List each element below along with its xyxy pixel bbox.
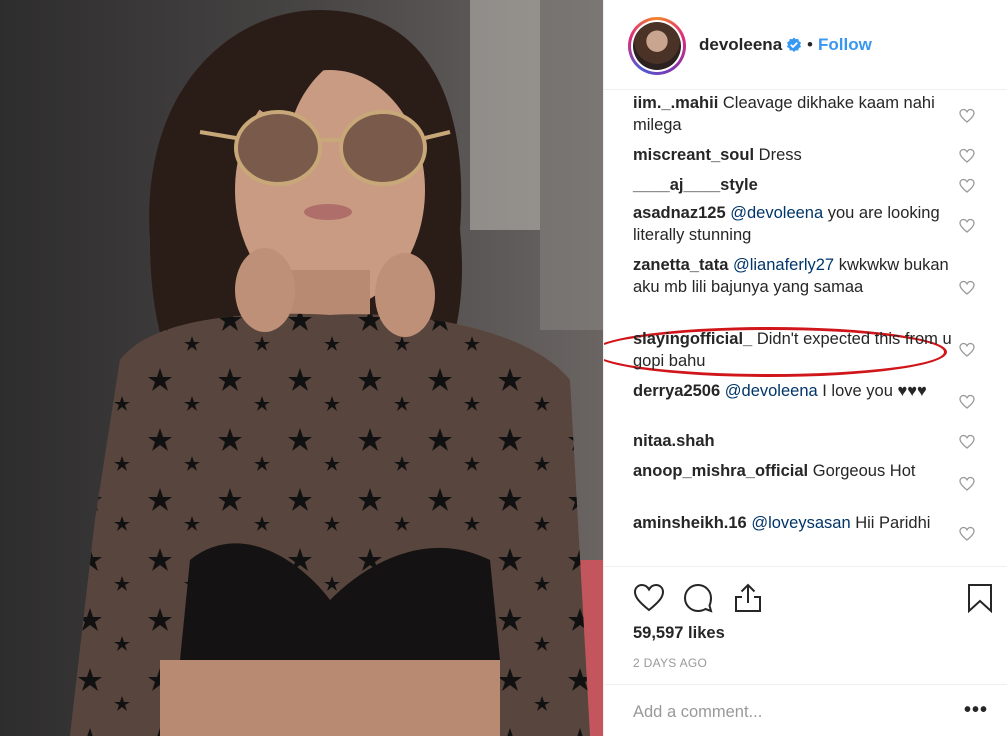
avatar-image [633, 22, 681, 70]
comment-text: Gorgeous Hot [812, 462, 916, 480]
avatar[interactable] [628, 17, 686, 75]
comment-row: aminsheikh.16 @loveysasan Hii Paridhi [633, 512, 953, 534]
comment-username[interactable]: slayingofficial_ [633, 330, 752, 348]
comment-username[interactable]: asadnaz125 [633, 204, 726, 222]
comment-icon[interactable] [682, 582, 714, 614]
post-timestamp[interactable]: 2 DAYS AGO [633, 656, 707, 670]
comment-like-heart-icon[interactable] [959, 526, 975, 542]
follow-button[interactable]: Follow [818, 35, 872, 55]
comment-like-heart-icon[interactable] [959, 148, 975, 164]
comment-row: asadnaz125 @devoleena you are looking li… [633, 202, 953, 246]
verified-badge-icon [787, 37, 801, 52]
post-header: devoleena • Follow [604, 0, 1007, 90]
comment-like-heart-icon[interactable] [959, 434, 975, 450]
comment-username[interactable]: derrya2506 [633, 382, 720, 400]
post-photo-illustration [0, 0, 603, 736]
comment-like-heart-icon[interactable] [959, 178, 975, 194]
comment-like-heart-icon[interactable] [959, 342, 975, 358]
comment-mention[interactable]: @devoleena [725, 382, 818, 400]
comment-row: slayingofficial_ Didn't expected this fr… [633, 328, 953, 372]
comment-text: Hii Paridhi [850, 514, 931, 532]
comment-like-heart-icon[interactable] [959, 280, 975, 296]
more-options-icon[interactable]: ••• [964, 700, 988, 720]
comment-mention[interactable]: @devoleena [730, 204, 823, 222]
username-link[interactable]: devoleena [699, 35, 782, 55]
bookmark-icon[interactable] [964, 582, 996, 614]
comment-like-heart-icon[interactable] [959, 394, 975, 410]
comment-like-heart-icon[interactable] [959, 218, 975, 234]
comment-mention[interactable]: @lianaferly27 [733, 256, 834, 274]
comments-list[interactable]: iim._.mahii Cleavage dikhake kaam nahi m… [604, 92, 1007, 566]
post-photo[interactable] [0, 0, 603, 736]
comment-username[interactable]: miscreant_soul [633, 146, 754, 164]
comment-row: miscreant_soul Dress [633, 144, 953, 166]
heart-icon[interactable] [633, 582, 665, 614]
comment-username[interactable]: anoop_mishra_official [633, 462, 808, 480]
comment-text: I love you ♥♥♥ [817, 382, 927, 400]
post-actions: 59,597 likes 2 DAYS AGO [604, 566, 1007, 684]
add-comment-bar: ••• [604, 684, 1007, 736]
comment-username[interactable]: iim._.mahii [633, 94, 718, 112]
comment-row: ____aj____style [633, 174, 953, 196]
comment-mention[interactable]: @loveysasan [751, 514, 850, 532]
header-separator: • [807, 35, 813, 54]
comment-row: zanetta_tata @lianaferly27 kwkwkw bukan … [633, 254, 953, 298]
post-side-panel: devoleena • Follow iim._.mahii Cleavage … [603, 0, 1007, 736]
comment-row: iim._.mahii Cleavage dikhake kaam nahi m… [633, 92, 953, 136]
comment-like-heart-icon[interactable] [959, 476, 975, 492]
add-comment-input[interactable] [633, 703, 933, 722]
share-icon[interactable] [732, 582, 764, 614]
likes-count[interactable]: 59,597 likes [633, 624, 725, 643]
comment-username[interactable]: aminsheikh.16 [633, 514, 747, 532]
comment-row: anoop_mishra_official Gorgeous Hot [633, 460, 953, 482]
comment-text: Dress [758, 146, 802, 164]
comment-row: nitaa.shah [633, 430, 953, 452]
comment-username[interactable]: nitaa.shah [633, 432, 715, 450]
comment-like-heart-icon[interactable] [959, 108, 975, 124]
comment-username[interactable]: zanetta_tata [633, 256, 728, 274]
comment-row: derrya2506 @devoleena I love you ♥♥♥ [633, 380, 953, 402]
comment-username[interactable]: ____aj____style [633, 176, 758, 194]
avatar-inner [631, 20, 683, 72]
